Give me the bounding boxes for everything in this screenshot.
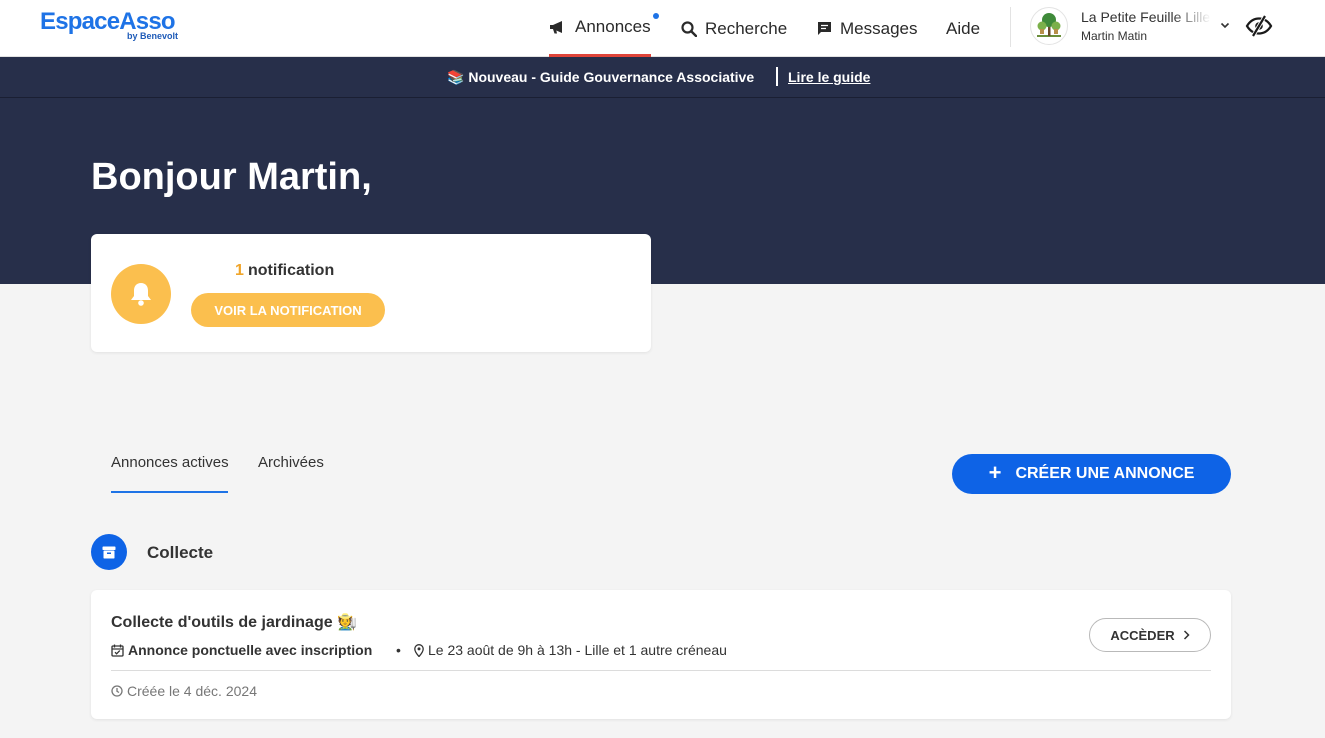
tree-icon	[1034, 9, 1064, 44]
nav-recherche-label: Recherche	[705, 18, 788, 38]
card-divider	[111, 670, 1211, 671]
nav-messages[interactable]: Messages	[817, 0, 917, 57]
eye-slash-icon[interactable]	[1245, 14, 1273, 43]
announcement-banner: 📚 Nouveau - Guide Gouvernance Associativ…	[0, 57, 1325, 98]
banner-message: 📚 Nouveau - Guide Gouvernance Associativ…	[447, 69, 754, 86]
nav-recherche[interactable]: Recherche	[681, 0, 787, 57]
banner-text: Nouveau - Guide Gouvernance Associative	[468, 69, 755, 85]
nav-annonces-label: Annonces	[575, 17, 651, 36]
calendar-check-icon	[111, 644, 124, 657]
books-emoji: 📚	[447, 69, 465, 85]
announcement-type-label: Annonce ponctuelle avec inscription	[128, 642, 373, 658]
organization-name: La Petite Feuille Lille	[1081, 9, 1211, 25]
tab-annonces-actives[interactable]: Annonces actives	[111, 454, 229, 471]
top-navigation-bar: EspaceAsso by Benevolt Annonces Recherch…	[0, 0, 1325, 57]
nav-annonces[interactable]: Annonces	[549, 0, 659, 57]
unread-dot	[652, 13, 659, 19]
access-label: ACCÈDER	[1110, 627, 1175, 643]
announcement-schedule: Le 23 août de 9h à 13h - Lille et 1 autr…	[414, 642, 727, 658]
announcement-schedule-label: Le 23 août de 9h à 13h - Lille et 1 autr…	[428, 642, 727, 658]
notification-card: 1 notification VOIR LA NOTIFICATION	[91, 234, 651, 352]
plus-icon: +	[988, 460, 1002, 485]
map-pin-icon	[414, 643, 424, 657]
nav-messages-label: Messages	[840, 18, 918, 38]
megaphone-icon	[549, 19, 567, 35]
meta-separator: •	[396, 642, 401, 658]
read-guide-link[interactable]: Lire le guide	[788, 69, 870, 85]
search-icon	[681, 20, 697, 37]
tab-archivees[interactable]: Archivées	[258, 454, 324, 471]
create-announcement-button[interactable]: + CRÉER UNE ANNONCE	[952, 454, 1231, 494]
active-tab-indicator	[111, 491, 228, 493]
announcement-title[interactable]: Collecte d'outils de jardinage 🧑‍🌾	[111, 612, 357, 632]
announcement-type: Annonce ponctuelle avec inscription	[111, 642, 372, 658]
espaceasso-logo[interactable]: EspaceAsso by Benevolt	[40, 10, 178, 41]
view-notification-button[interactable]: VOIR LA NOTIFICATION	[191, 293, 385, 327]
bell-icon	[111, 264, 171, 324]
archive-box-icon	[91, 534, 127, 570]
nav-aide-label: Aide	[946, 18, 981, 38]
access-announcement-button[interactable]: ACCÈDER	[1089, 618, 1211, 652]
logo-byline: by Benevolt	[127, 31, 179, 41]
creation-date: Créée le 4 déc. 2024	[111, 683, 257, 699]
header-divider	[1010, 7, 1011, 47]
create-announcement-label: CRÉER UNE ANNONCE	[1015, 465, 1195, 482]
announcement-card: Collecte d'outils de jardinage 🧑‍🌾 Annon…	[91, 590, 1231, 719]
clock-icon	[111, 685, 123, 697]
message-icon	[817, 21, 832, 36]
greeting-title: Bonjour Martin,	[91, 156, 372, 198]
notification-label: notification	[248, 262, 335, 279]
notification-count: 1	[235, 262, 244, 279]
nav-aide[interactable]: Aide	[946, 0, 980, 57]
organization-avatar[interactable]	[1030, 7, 1068, 45]
banner-divider	[776, 67, 778, 86]
section-title: Collecte	[147, 543, 214, 562]
user-name: Martin Matin	[1081, 29, 1148, 43]
creation-date-label: Créée le 4 déc. 2024	[127, 683, 257, 699]
chevron-right-icon	[1183, 630, 1190, 640]
chevron-down-icon[interactable]	[1219, 18, 1231, 36]
